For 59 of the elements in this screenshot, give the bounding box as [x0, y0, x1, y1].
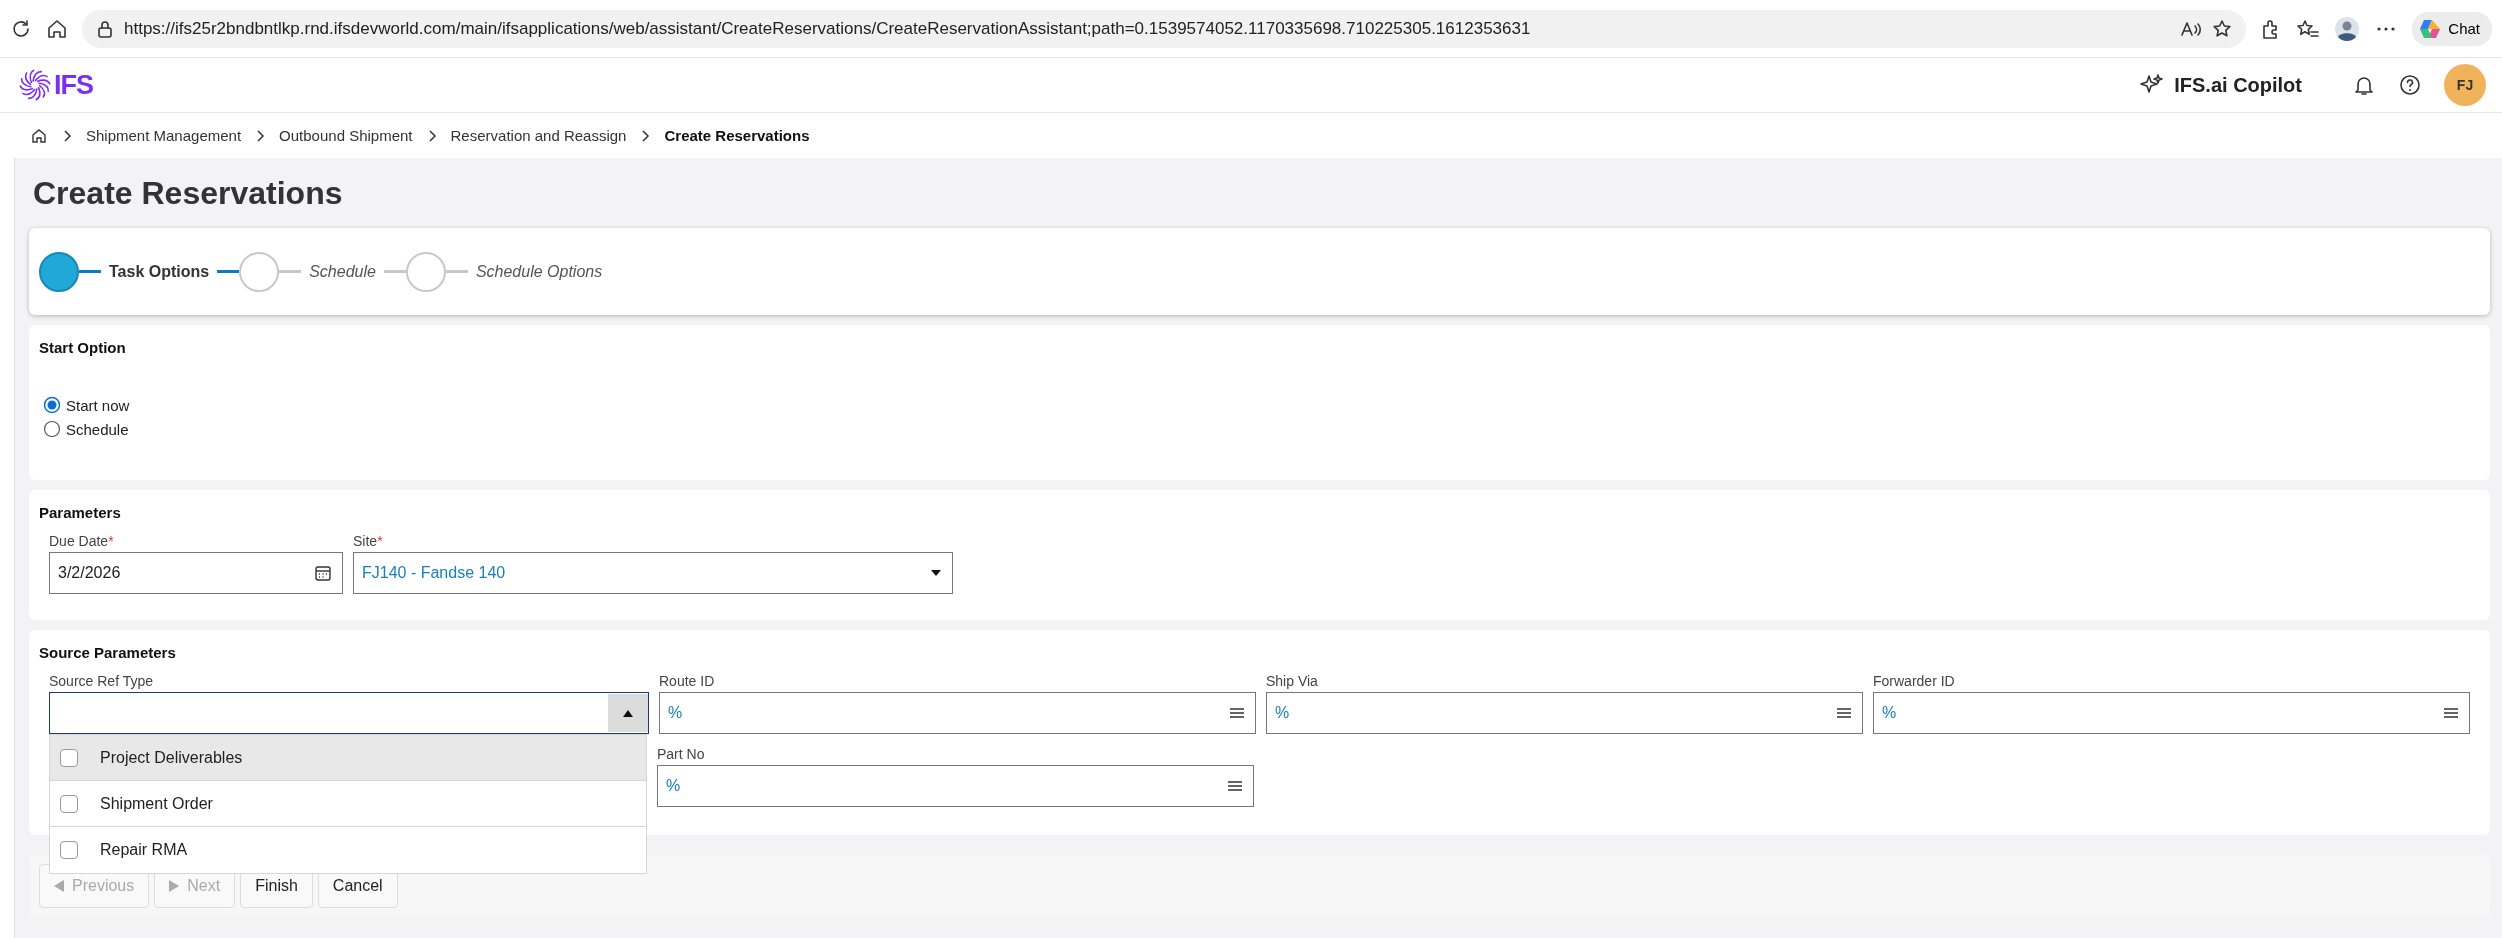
lookup-field[interactable]: %: [1266, 692, 1863, 734]
chat-button[interactable]: Chat: [2412, 11, 2492, 46]
chevron-right-icon: [62, 128, 72, 143]
home-icon[interactable]: [46, 17, 68, 40]
field-label: Route ID: [659, 672, 716, 689]
step-label[interactable]: Schedule: [309, 262, 376, 281]
section-title: Start Option: [38, 338, 127, 356]
radio-option[interactable]: Schedule: [43, 420, 2490, 438]
chevron-right-icon: [640, 128, 651, 143]
favorites-icon[interactable]: [2296, 17, 2321, 40]
calendar-icon[interactable]: [314, 564, 332, 582]
list-icon[interactable]: [1227, 780, 1243, 792]
select-field[interactable]: [49, 692, 649, 734]
field-label: Ship Via: [1266, 672, 1319, 689]
section-title: Parameters: [38, 503, 122, 521]
list-icon[interactable]: [1836, 707, 1852, 719]
chevron-right-icon: [426, 128, 437, 143]
lock-icon: [96, 19, 114, 38]
triangle-right-icon: [169, 880, 180, 892]
radio-option[interactable]: Start now: [43, 396, 2490, 414]
field-label: Forwarder ID: [1873, 672, 1956, 689]
select-field[interactable]: FJ140 - Fandse 140: [353, 552, 953, 594]
step-label[interactable]: Schedule Options: [475, 262, 603, 281]
field-label: Part No: [657, 745, 706, 762]
list-icon[interactable]: [2443, 707, 2459, 719]
list-icon[interactable]: [1229, 707, 1245, 719]
date-field[interactable]: 3/2/2026: [49, 552, 343, 594]
checkbox[interactable]: [60, 794, 78, 813]
page-title: Create Reservations: [32, 173, 344, 213]
chevron-right-icon: [255, 128, 266, 143]
section-title: Source Parameters: [38, 643, 177, 661]
home-icon[interactable]: [30, 126, 48, 145]
breadcrumb-link[interactable]: Reservation and Reassign: [450, 127, 627, 144]
caret-up-icon[interactable]: [623, 709, 633, 717]
triangle-left-icon: [54, 880, 64, 892]
user-avatar[interactable]: FJ: [2444, 64, 2486, 106]
checkbox[interactable]: [60, 748, 78, 767]
step-label[interactable]: Task Options: [109, 262, 210, 281]
dropdown-caret-icon[interactable]: [930, 569, 942, 577]
star-icon[interactable]: [2212, 18, 2233, 39]
lookup-field[interactable]: %: [659, 692, 1256, 734]
checkbox[interactable]: [60, 841, 78, 859]
field-label: Due Date*: [49, 532, 115, 549]
breadcrumb-link[interactable]: Create Reservations: [664, 127, 810, 144]
help-icon[interactable]: [2398, 73, 2422, 97]
reload-icon[interactable]: [10, 17, 32, 40]
dropdown-option[interactable]: Project Deliverables: [50, 735, 646, 781]
copilot-button[interactable]: IFS.ai Copilot: [2134, 72, 2308, 98]
field-label: Site*: [353, 532, 384, 549]
lookup-field[interactable]: %: [1873, 692, 2470, 734]
step-circle[interactable]: [39, 251, 79, 292]
field-label: Source Ref Type: [49, 672, 155, 689]
breadcrumb-link[interactable]: Shipment Management: [86, 127, 242, 144]
profile-avatar[interactable]: [2334, 15, 2361, 42]
logo-text: IFS: [54, 69, 93, 101]
spiral-logo-icon: [18, 68, 52, 102]
lookup-field[interactable]: %: [657, 765, 1254, 807]
dropdown-option[interactable]: Shipment Order: [50, 781, 646, 827]
breadcrumb-link[interactable]: Outbound Shipment: [279, 127, 413, 144]
